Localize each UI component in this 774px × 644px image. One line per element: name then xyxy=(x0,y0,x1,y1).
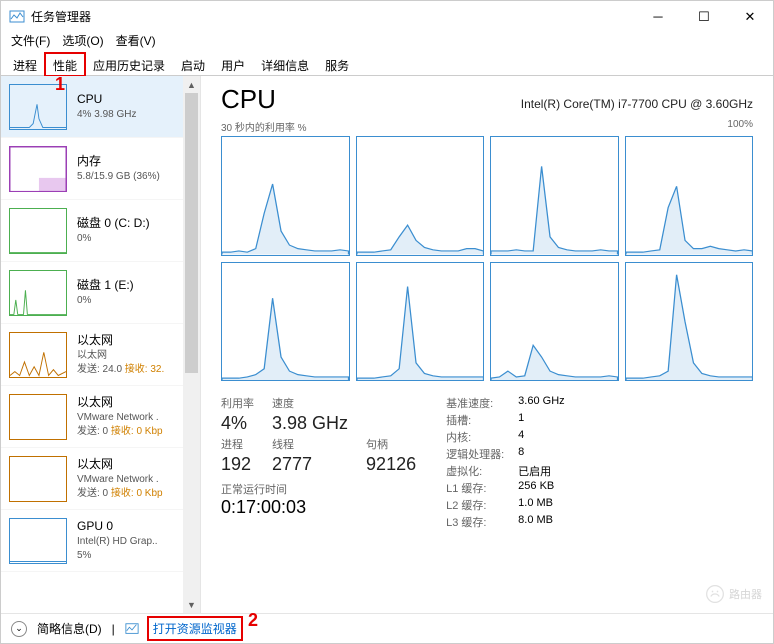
watermark: 路由器 xyxy=(705,584,762,604)
tab-users[interactable]: 用户 xyxy=(213,53,253,76)
memory-thumb xyxy=(9,146,67,192)
speed-label: 速度 xyxy=(272,395,348,411)
tab-performance[interactable]: 性能 xyxy=(45,53,85,76)
annotation-2: 2 xyxy=(248,610,258,631)
menu-file[interactable]: 文件(F) xyxy=(7,32,54,52)
uptime-value: 0:17:00:03 xyxy=(221,497,416,518)
window-title: 任务管理器 xyxy=(31,8,635,25)
handles-value: 92126 xyxy=(366,454,416,475)
page-title: CPU xyxy=(221,84,276,115)
app-icon xyxy=(9,9,25,25)
cpu-core-chart xyxy=(625,136,754,256)
sidebar-scrollbar[interactable]: ▲ ▼ xyxy=(183,76,200,613)
tab-services[interactable]: 服务 xyxy=(317,53,357,76)
sidebar-item-gpu0[interactable]: GPU 0Intel(R) HD Grap..5% xyxy=(1,510,200,572)
sidebar-item-memory[interactable]: 内存5.8/15.9 GB (36%) xyxy=(1,138,200,200)
cpu-core-chart xyxy=(356,262,485,382)
fewer-details-link[interactable]: 简略信息(D) xyxy=(37,620,102,637)
cpu-core-chart xyxy=(490,136,619,256)
open-resource-monitor-link[interactable]: 打开资源监视器 xyxy=(149,618,241,639)
cpu-core-chart xyxy=(221,136,350,256)
cpu-model: Intel(R) Core(TM) i7-7700 CPU @ 3.60GHz xyxy=(521,97,753,111)
disk1-thumb xyxy=(9,270,67,316)
menu-view[interactable]: 查看(V) xyxy=(112,32,160,52)
threads-value: 2777 xyxy=(272,454,348,475)
maximize-button[interactable]: ☐ xyxy=(681,1,727,32)
scroll-up-icon[interactable]: ▲ xyxy=(183,76,200,93)
scroll-down-icon[interactable]: ▼ xyxy=(183,596,200,613)
close-button[interactable]: ✕ xyxy=(727,1,773,32)
tabbar: 进程 性能 应用历史记录 启动 用户 详细信息 服务 xyxy=(1,52,773,76)
annotation-1: 1 xyxy=(55,74,65,95)
minimize-button[interactable]: ─ xyxy=(635,1,681,32)
titlebar: 任务管理器 ─ ☐ ✕ xyxy=(1,1,773,32)
sidebar-item-eth0[interactable]: 以太网以太网发送: 24.0 接收: 32. xyxy=(1,324,200,386)
tab-details[interactable]: 详细信息 xyxy=(253,53,317,76)
uptime-label: 正常运行时间 xyxy=(221,481,416,497)
tab-history[interactable]: 应用历史记录 xyxy=(85,53,173,76)
speed-value: 3.98 GHz xyxy=(272,413,348,434)
cpu-core-chart xyxy=(490,262,619,382)
cpu-chart-grid xyxy=(221,136,753,381)
sidebar: CPU4% 3.98 GHz 内存5.8/15.9 GB (36%) 磁盘 0 … xyxy=(1,76,201,613)
tab-processes[interactable]: 进程 xyxy=(5,53,45,76)
menubar: 文件(F) 选项(O) 查看(V) xyxy=(1,32,773,52)
chevron-down-icon[interactable]: ⌄ xyxy=(11,621,27,637)
menu-options[interactable]: 选项(O) xyxy=(58,32,107,52)
threads-label: 线程 xyxy=(272,436,348,452)
handles-label: 句柄 xyxy=(366,436,416,452)
sidebar-item-cpu[interactable]: CPU4% 3.98 GHz xyxy=(1,76,200,138)
cpu-core-chart xyxy=(625,262,754,382)
proc-value: 192 xyxy=(221,454,254,475)
sidebar-item-disk1[interactable]: 磁盘 1 (E:)0% xyxy=(1,262,200,324)
util-label: 利用率 xyxy=(221,395,254,411)
tab-startup[interactable]: 启动 xyxy=(173,53,213,76)
monitor-icon xyxy=(125,622,139,636)
main-panel: CPU Intel(R) Core(TM) i7-7700 CPU @ 3.60… xyxy=(201,76,773,613)
eth1-thumb xyxy=(9,394,67,440)
gpu0-thumb xyxy=(9,518,67,564)
proc-label: 进程 xyxy=(221,436,254,452)
sidebar-item-eth2[interactable]: 以太网VMware Network .发送: 0 接收: 0 Kbp xyxy=(1,448,200,510)
scroll-thumb[interactable] xyxy=(185,93,198,373)
sidebar-item-eth1[interactable]: 以太网VMware Network .发送: 0 接收: 0 Kbp xyxy=(1,386,200,448)
cpu-core-chart xyxy=(221,262,350,382)
disk0-thumb xyxy=(9,208,67,254)
util-value: 4% xyxy=(221,413,254,434)
chart-right-label: 100% xyxy=(727,119,753,134)
sidebar-item-disk0[interactable]: 磁盘 0 (C: D:)0% xyxy=(1,200,200,262)
chart-left-label: 30 秒内的利用率 % xyxy=(221,119,307,134)
cpu-core-chart xyxy=(356,136,485,256)
eth0-thumb xyxy=(9,332,67,378)
statusbar: ⌄ 简略信息(D) | 打开资源监视器 xyxy=(1,613,773,643)
eth2-thumb xyxy=(9,456,67,502)
